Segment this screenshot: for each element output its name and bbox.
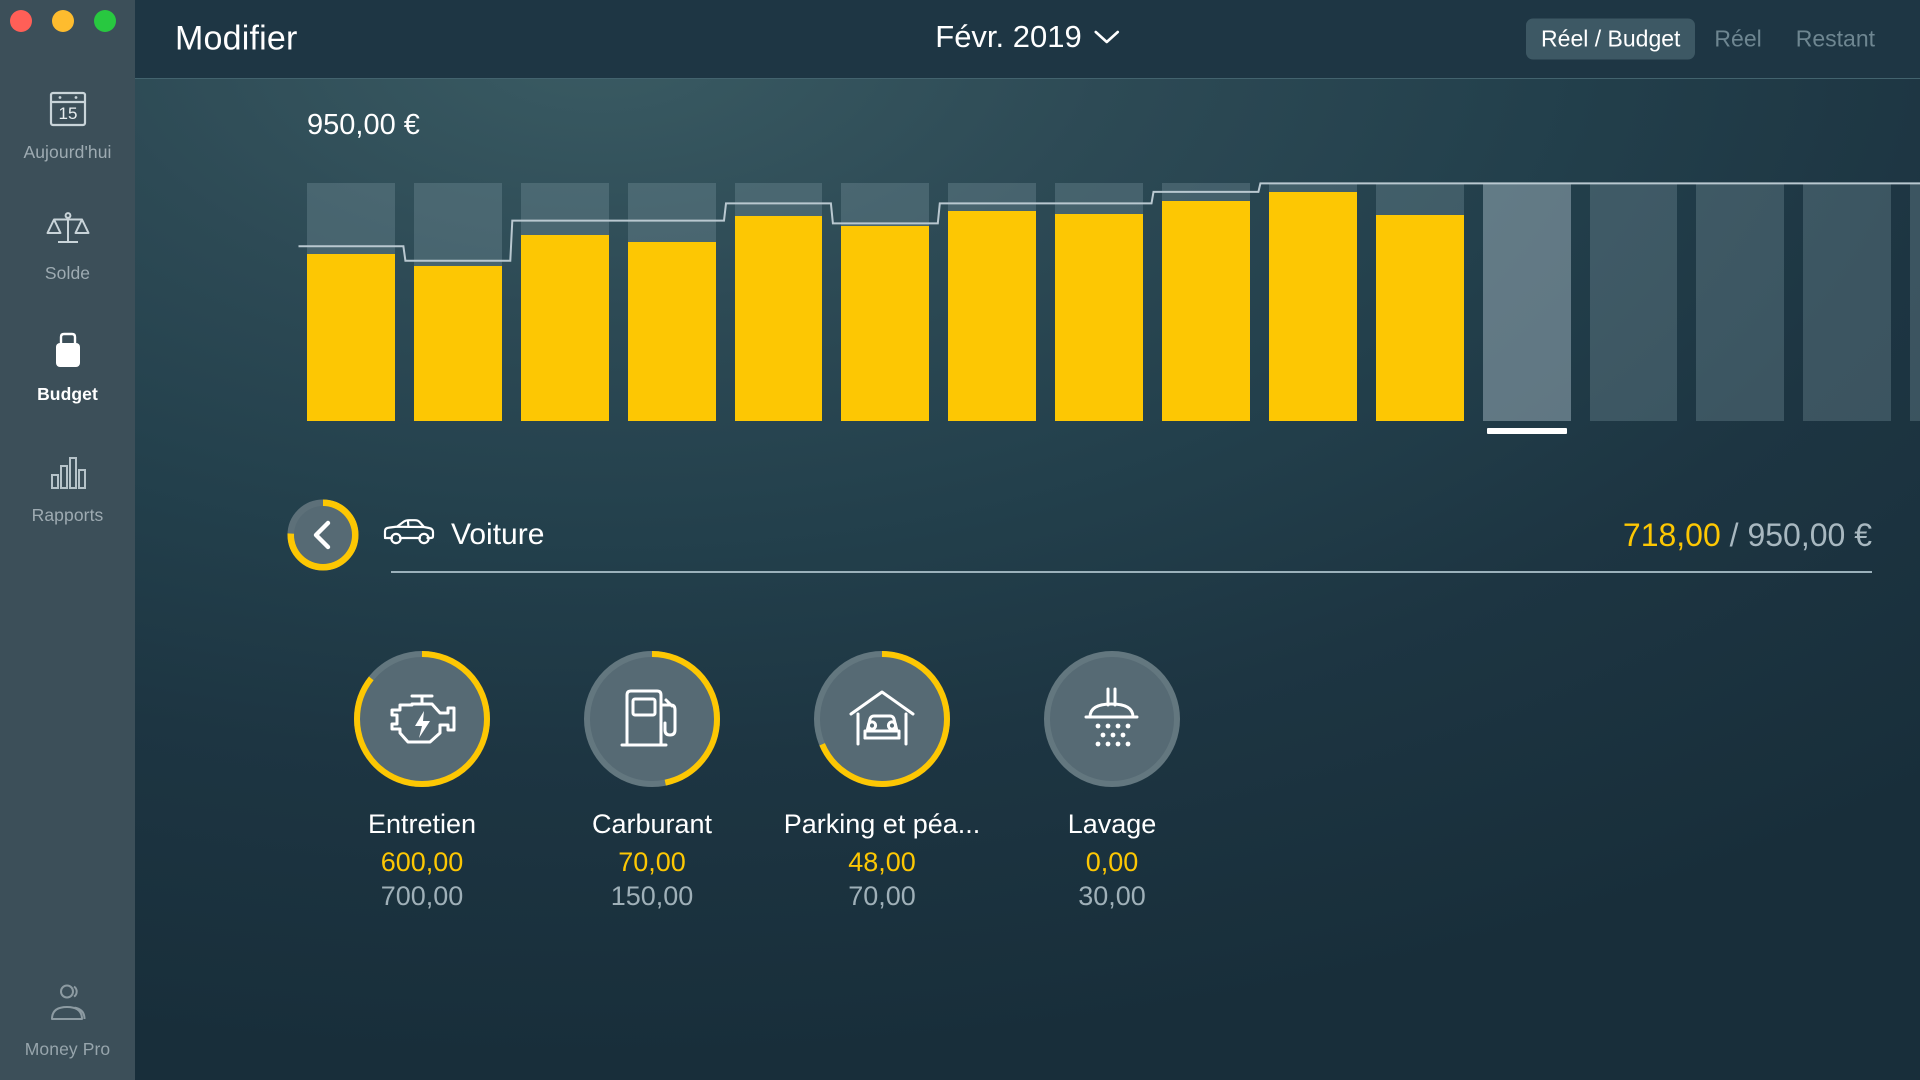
subcategory-spent: 70,00 [618,847,686,877]
view-mode-segmented-control: Réel / Budget Réel Restant [1526,18,1890,60]
calendar-icon: 15 [40,80,96,136]
sidebar-item-balance[interactable]: Solde [0,201,135,284]
tab-actual-budget[interactable]: Réel / Budget [1526,18,1696,60]
category-name: Voiture [451,518,545,551]
subcategory-progress-ring [808,645,956,793]
subcategory-label: Parking et péa... [783,809,981,839]
chart-bars [307,149,1920,434]
subcategory-item[interactable]: Carburant 70,00 150,00 [537,645,767,912]
subcategory-item[interactable]: Parking et péa... 48,00 70,00 [767,645,997,912]
toolbar: Modifier Févr. 2019 Réel / Budget Réel R… [135,0,1920,79]
subcategory-item[interactable]: Entretien 600,00 700,00 [307,645,537,912]
window-traffic-lights [10,10,116,32]
subcategory-spent: 0,00 [1085,847,1139,877]
back-button[interactable] [287,499,359,571]
chart-bar-selected-indicator [1486,428,1567,434]
close-button[interactable] [10,10,32,32]
subcategory-progress-ring [1038,645,1186,793]
app-window: 15 Aujourd'hui Solde Budget Rapports Mon… [0,0,1920,1080]
category-spent: 718,00 [1622,516,1721,553]
sidebar-item-label: Rapports [31,505,104,525]
budget-chart: 950,00 € [135,79,1920,471]
shower-icon [1038,645,1186,793]
chart-max-label: 950,00 € [307,109,420,141]
sidebar-item-today[interactable]: 15 Aujourd'hui [0,80,135,163]
sidebar-nav: 15 Aujourd'hui Solde Budget Rapports [0,80,135,564]
sidebar-item-label: Money Pro [24,1039,111,1059]
sidebar-item-label: Aujourd'hui [23,142,112,162]
tab-actual[interactable]: Réel [1699,19,1776,60]
subcategory-progress-ring [348,645,496,793]
sidebar: 15 Aujourd'hui Solde Budget Rapports Mon… [0,0,135,1080]
subcategory-budget: 150,00 [610,881,694,911]
subcategory-label: Carburant [591,809,713,839]
category-divider [391,571,1872,573]
main-area: Modifier Févr. 2019 Réel / Budget Réel R… [135,0,1920,1080]
tab-remaining[interactable]: Restant [1781,19,1890,60]
garage-car-icon [808,645,956,793]
svg-text:15: 15 [58,104,77,123]
subcategory-spent: 600,00 [380,847,464,877]
category-row: Voiture 718,00 / 950,00 € [135,475,1920,595]
chevron-down-icon [1094,30,1120,45]
sidebar-item-label: Solde [44,263,91,283]
car-icon [381,515,437,555]
budget-bag-icon [40,322,96,378]
category-title: Voiture [381,515,544,555]
subcategory-grid: Entretien 600,00 700,00 Carburant 70,00 150,0… [135,645,1920,912]
category-amount: 718,00 / 950,00 € [1623,517,1872,554]
page-title: Modifier [175,19,298,58]
amount-separator: / [1729,516,1739,553]
sidebar-item-reports[interactable]: Rapports [0,443,135,526]
period-selector[interactable]: Févr. 2019 [935,19,1120,55]
sidebar-item-budget[interactable]: Budget [0,322,135,405]
sidebar-item-money-pro[interactable]: Money Pro [0,977,135,1060]
back-button-inner [294,506,352,564]
fuel-pump-icon [578,645,726,793]
period-label: Févr. 2019 [935,19,1082,54]
scales-icon [40,201,96,257]
subcategory-budget: 700,00 [380,881,464,911]
chart-budget-line [307,149,1920,421]
sidebar-item-label: Budget [37,384,98,404]
category-budget: 950,00 € [1747,516,1872,553]
subcategory-budget: 70,00 [848,881,916,911]
engine-icon [348,645,496,793]
subcategory-spent: 48,00 [848,847,916,877]
zoom-button[interactable] [94,10,116,32]
subcategory-label: Entretien [367,809,477,839]
subcategory-budget: 30,00 [1078,881,1146,911]
people-icon [40,977,96,1033]
subcategory-item[interactable]: Lavage 0,00 30,00 [997,645,1227,912]
subcategory-label: Lavage [1067,809,1157,839]
minimize-button[interactable] [52,10,74,32]
bar-chart-icon [40,443,96,499]
chevron-left-icon [313,520,331,550]
subcategory-progress-ring [578,645,726,793]
